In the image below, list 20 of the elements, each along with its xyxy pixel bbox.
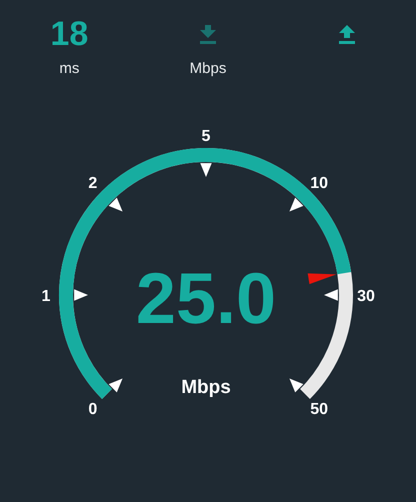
tick-mark <box>200 163 212 177</box>
tick-mark <box>108 378 123 392</box>
unit-label: Mbps <box>190 58 226 79</box>
scale-label: 1 <box>42 288 50 305</box>
scale-label: 10 <box>310 174 328 192</box>
scale-label: 30 <box>357 288 375 305</box>
latency-value: 18 <box>50 17 88 51</box>
scale-label: 2 <box>88 174 98 192</box>
tick-mark <box>289 198 304 212</box>
tick-mark <box>74 289 88 301</box>
scale-label: 0 <box>88 401 98 418</box>
tick-mark <box>108 198 123 212</box>
needle <box>308 273 336 284</box>
tick-mark <box>324 289 338 301</box>
scale-label: 50 <box>310 401 328 418</box>
speed-unit: Mbps <box>181 377 231 398</box>
unit-label: ms <box>59 58 80 79</box>
scale-label: 5 <box>202 128 210 145</box>
speed-reading: 25.0 <box>136 259 276 339</box>
tick-mark <box>289 378 304 392</box>
